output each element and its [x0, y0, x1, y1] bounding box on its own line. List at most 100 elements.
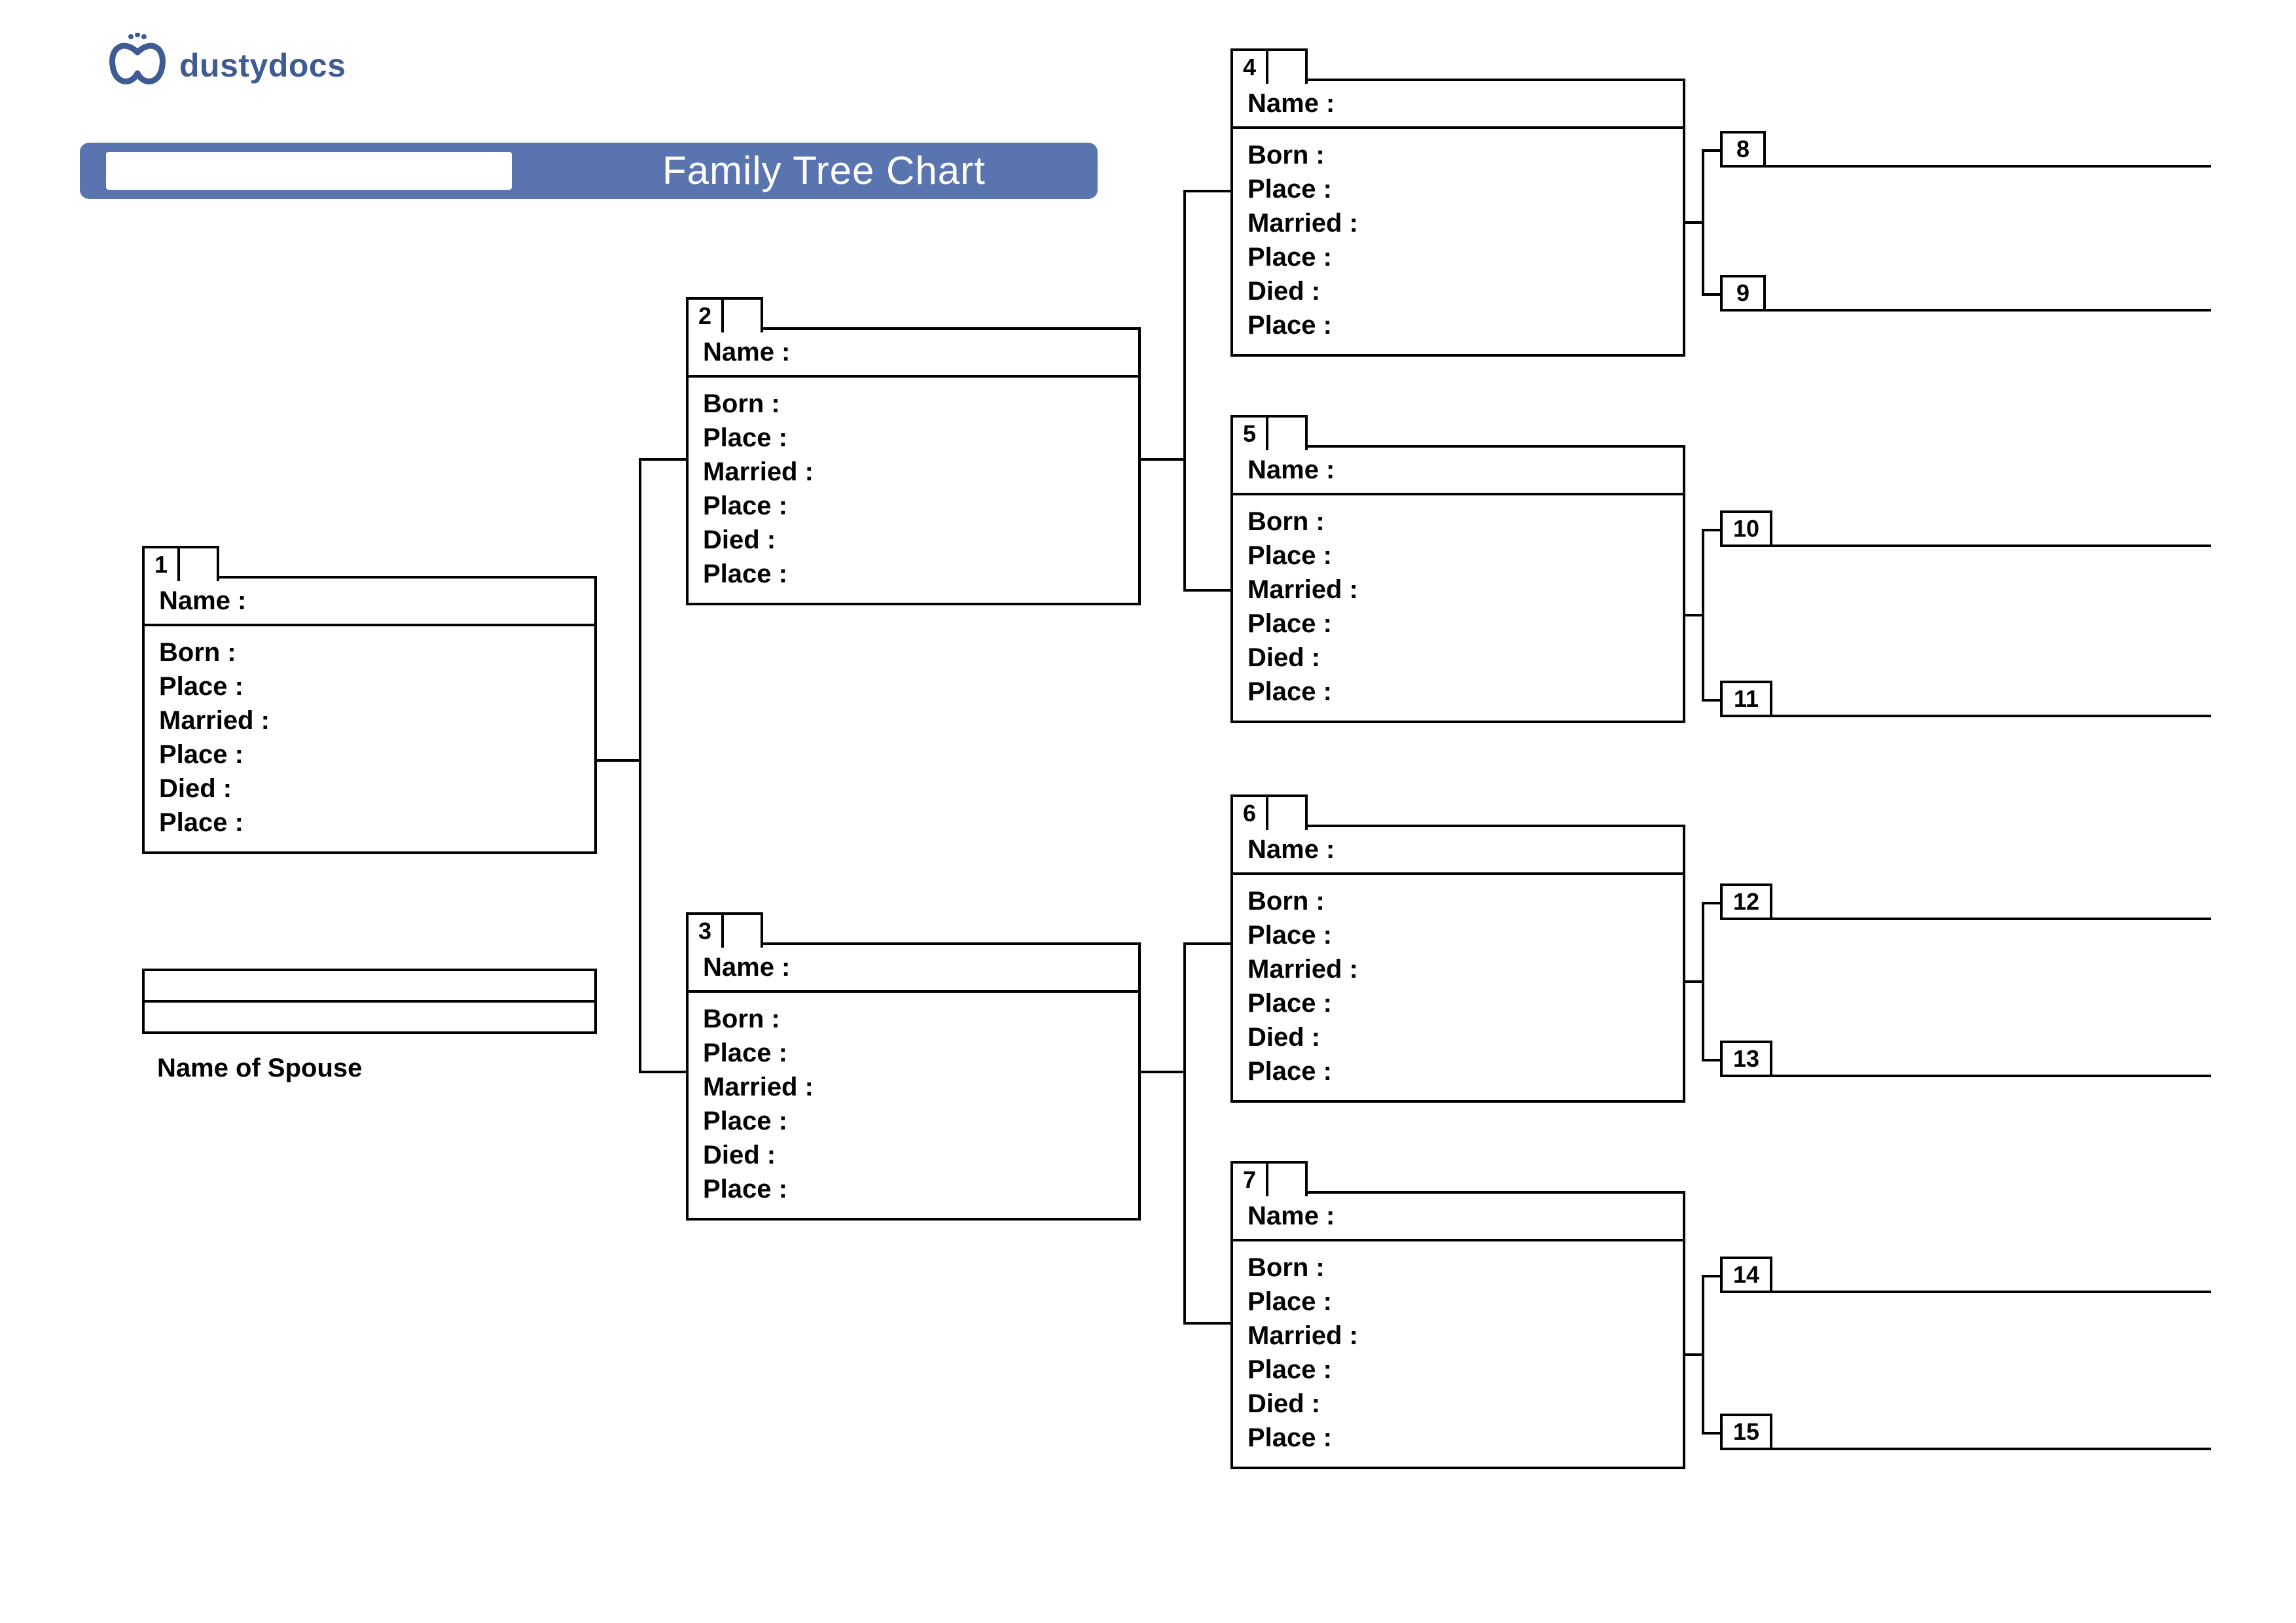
field-born: Born : — [1247, 1251, 1668, 1285]
field-place: Place : — [159, 669, 580, 704]
title-bar: Family Tree Chart — [80, 143, 1098, 199]
person-box-4[interactable]: 4 Name : Born : Place : Married : Place … — [1230, 79, 1685, 357]
field-name: Name : — [689, 330, 1138, 378]
connector — [1702, 902, 1704, 1061]
person-tab-4: 4 — [1230, 48, 1308, 84]
field-place: Place : — [1247, 1285, 1668, 1319]
ancestor-number: 8 — [1720, 131, 1766, 168]
person-tab-6: 6 — [1230, 794, 1308, 830]
field-died: Died : — [1247, 1020, 1668, 1054]
connector — [1183, 942, 1230, 945]
person-number: 6 — [1233, 797, 1268, 830]
person-tab-7: 7 — [1230, 1161, 1308, 1196]
person-box-3[interactable]: 3 Name : Born : Place : Married : Place … — [686, 942, 1141, 1221]
field-married: Married : — [1247, 573, 1668, 607]
field-place3: Place : — [703, 1172, 1124, 1206]
person-tab-5: 5 — [1230, 415, 1308, 450]
field-born: Born : — [703, 1002, 1124, 1036]
field-born: Born : — [1247, 884, 1668, 918]
connector — [1141, 1071, 1185, 1073]
field-place3: Place : — [1247, 675, 1668, 709]
field-married: Married : — [159, 704, 580, 738]
field-place: Place : — [703, 1036, 1124, 1070]
field-name: Name : — [689, 945, 1138, 993]
field-married: Married : — [703, 1070, 1124, 1104]
person-tab-1: 1 — [142, 546, 219, 581]
field-born: Born : — [1247, 505, 1668, 539]
connector — [1702, 149, 1704, 296]
field-place: Place : — [1247, 172, 1668, 206]
connector — [1702, 1275, 1720, 1277]
person-box-6[interactable]: 6 Name : Born : Place : Married : Place … — [1230, 825, 1685, 1103]
connector — [1702, 699, 1720, 702]
field-died: Died : — [1247, 1387, 1668, 1421]
ancestor-number: 13 — [1720, 1041, 1772, 1077]
field-name: Name : — [1233, 81, 1683, 129]
person-tab-3: 3 — [686, 912, 763, 948]
connector — [1183, 190, 1230, 192]
brand-icon — [105, 33, 170, 98]
ancestor-number: 10 — [1720, 510, 1772, 547]
field-born: Born : — [1247, 138, 1668, 172]
field-place2: Place : — [1247, 240, 1668, 274]
brand-name: dustydocs — [179, 46, 346, 84]
brand-logo: dustydocs — [105, 33, 346, 98]
field-place3: Place : — [703, 557, 1124, 591]
connector — [1702, 902, 1720, 904]
connector — [1702, 529, 1704, 702]
field-place3: Place : — [1247, 1421, 1668, 1455]
ancestor-number: 9 — [1720, 275, 1766, 312]
spouse-box[interactable] — [142, 969, 597, 1034]
person-box-5[interactable]: 5 Name : Born : Place : Married : Place … — [1230, 445, 1685, 723]
field-born: Born : — [159, 635, 580, 669]
connector — [1183, 1322, 1230, 1325]
ancestor-number: 12 — [1720, 883, 1772, 920]
connector — [639, 1071, 686, 1073]
connector — [1702, 149, 1720, 152]
ancestor-number: 11 — [1720, 681, 1772, 717]
field-place2: Place : — [1247, 986, 1668, 1020]
field-place3: Place : — [1247, 1054, 1668, 1088]
field-place: Place : — [1247, 918, 1668, 952]
field-married: Married : — [703, 455, 1124, 489]
field-place2: Place : — [1247, 607, 1668, 641]
field-married: Married : — [1247, 952, 1668, 986]
connector — [1685, 614, 1704, 616]
connector — [639, 458, 641, 1073]
field-died: Died : — [159, 772, 580, 806]
field-married: Married : — [1247, 206, 1668, 240]
connector — [1702, 1432, 1720, 1435]
field-place: Place : — [703, 421, 1124, 455]
connector — [1685, 1353, 1704, 1356]
person-tab-2: 2 — [686, 297, 763, 332]
person-box-7[interactable]: 7 Name : Born : Place : Married : Place … — [1230, 1191, 1685, 1469]
field-place2: Place : — [159, 738, 580, 772]
connector — [1183, 190, 1186, 592]
person-number: 4 — [1233, 51, 1268, 84]
connector — [1685, 980, 1704, 983]
person-number: 5 — [1233, 418, 1268, 450]
field-place2: Place : — [703, 1104, 1124, 1138]
field-died: Died : — [703, 523, 1124, 557]
page: dustydocs Family Tree Chart 1 Name : Bor… — [0, 0, 2296, 1623]
page-title: Family Tree Chart — [662, 148, 986, 193]
field-place: Place : — [1247, 539, 1668, 573]
connector — [597, 759, 641, 762]
connector — [1685, 221, 1704, 224]
title-input-slot[interactable] — [106, 152, 512, 190]
field-name: Name : — [1233, 1194, 1683, 1241]
connector — [1702, 529, 1720, 531]
person-number: 7 — [1233, 1164, 1268, 1196]
field-name: Name : — [1233, 448, 1683, 495]
spouse-label: Name of Spouse — [157, 1054, 362, 1083]
person-box-2[interactable]: 2 Name : Born : Place : Married : Place … — [686, 327, 1141, 605]
connector — [1183, 942, 1186, 1325]
ancestor-number: 14 — [1720, 1257, 1772, 1293]
connector — [639, 458, 686, 461]
field-name: Name : — [1233, 827, 1683, 875]
field-born: Born : — [703, 387, 1124, 421]
person-number: 3 — [689, 915, 724, 948]
person-number: 1 — [145, 548, 180, 581]
field-married: Married : — [1247, 1319, 1668, 1353]
person-box-1[interactable]: 1 Name : Born : Place : Married : Place … — [142, 576, 597, 854]
